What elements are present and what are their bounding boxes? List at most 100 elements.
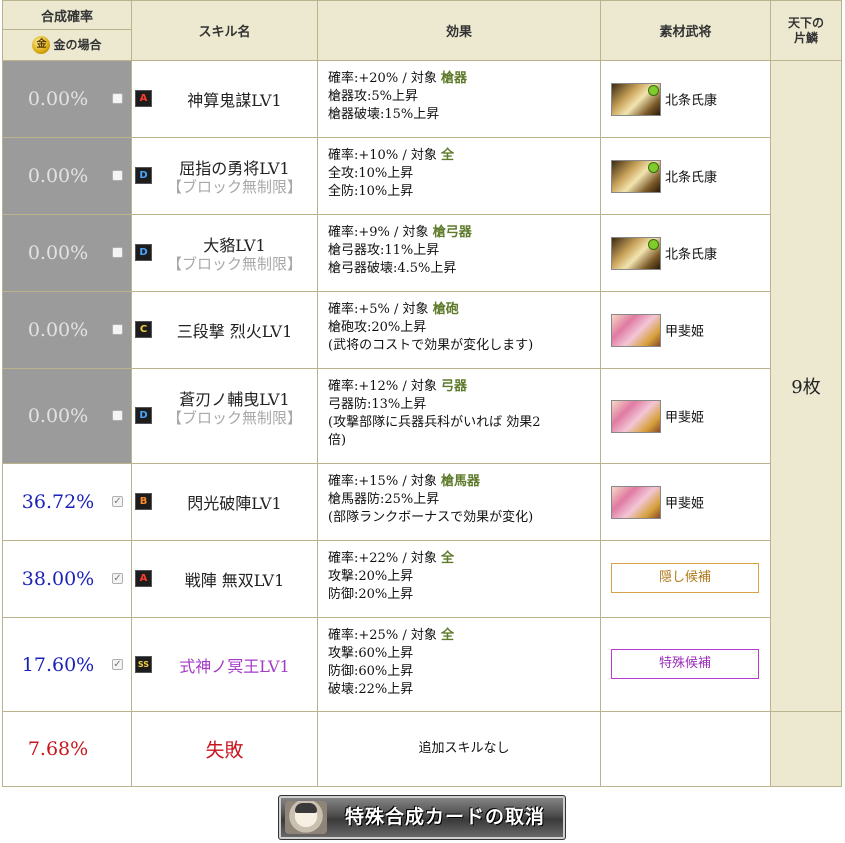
probability-cell: 0.00% [2, 291, 132, 369]
effect-prob: 確率:+20% [328, 71, 403, 86]
general-portrait[interactable] [611, 237, 661, 270]
skill-cell: A 戦陣 無双LV1 [131, 540, 318, 618]
effect-target: 槍馬器 [440, 474, 480, 489]
effect-separator: / [402, 148, 411, 163]
skill-checkbox[interactable] [112, 93, 123, 104]
skill-checkbox[interactable] [112, 170, 123, 181]
effect-target-label: 対象 [410, 628, 441, 643]
no-additional-skill: 追加スキルなし [317, 711, 601, 787]
effect-line: 槍弓器攻:11%上昇 [328, 243, 440, 258]
hidden-candidate-button[interactable]: 隠し候補 [611, 563, 759, 593]
material-cell: 特殊候補 [600, 617, 771, 712]
general-portrait[interactable] [611, 400, 661, 433]
effect-line: 防御:20%上昇 [328, 587, 414, 602]
effect-text: 確率:+9% / 対象 槍弓器 槍弓器攻:11%上昇 槍弓器破壊:4.5%上昇 [328, 215, 600, 278]
effect-text: 確率:+5% / 対象 槍砲 槍砲攻:20%上昇 (武将のコストで効果が変化します) [328, 292, 600, 355]
gold-coin-icon: 金 [32, 36, 51, 55]
effect-target-label: 対象 [410, 474, 441, 489]
skill-checkbox[interactable] [112, 247, 123, 258]
general-name: 北条氏康 [665, 93, 718, 109]
character-face-icon [285, 801, 327, 834]
probability-cell: 0.00% [2, 60, 132, 138]
effect-target: 弓器 [440, 379, 467, 394]
probability-value: 0.00% [27, 319, 89, 341]
cancel-special-card-button[interactable]: 特殊合成カードの取消 [278, 795, 566, 840]
material-cell-empty [600, 711, 771, 787]
skill-name: 式神ノ冥王LV1 [179, 656, 290, 676]
table-row: 0.00% C 三段撃 烈火LV1 確率:+5% / 対象 槍砲 槍砲攻:20%上昇 (武… [2, 291, 842, 369]
material-cell: 北条氏康 [600, 214, 771, 292]
effect-text: 確率:+12% / 対象 弓器 弓器防:13%上昇 (攻撃部隊に兵器兵科がいれば 効… [328, 369, 600, 450]
fragment-cell-empty [770, 711, 842, 787]
effect-separator: / [402, 474, 411, 489]
general-portrait[interactable] [611, 83, 661, 116]
effect-summary: 確率:+15% / 対象 槍馬器 [328, 473, 600, 491]
skill-checkbox[interactable]: ✓ [112, 573, 123, 584]
effect-prob: 確率:+25% [328, 628, 403, 643]
effect-cell: 確率:+9% / 対象 槍弓器 槍弓器攻:11%上昇 槍弓器破壊:4.5%上昇 [317, 214, 601, 292]
effect-separator: / [402, 628, 411, 643]
general-name: 北条氏康 [665, 170, 718, 186]
effect-target: 全 [440, 148, 454, 163]
effect-target: 槍器 [440, 71, 467, 86]
fragment-header: 天下の 片鱗 [770, 0, 842, 61]
skill-checkbox[interactable] [112, 324, 123, 335]
effect-target-label: 対象 [410, 551, 441, 566]
special-candidate-button[interactable]: 特殊候補 [611, 648, 759, 679]
effect-text: 確率:+10% / 対象 全全攻:10%上昇 全防:10%上昇 [328, 138, 600, 201]
rank-badge: D [135, 244, 152, 261]
skill-cell: A 神算鬼謀LV1 [131, 60, 318, 138]
table-row: 36.72% ✓ B 閃光破陣LV1 確率:+15% / 対象 槍馬器 槍馬器防:25%上… [2, 463, 842, 541]
effect-prob: 確率:+12% [328, 379, 403, 394]
probability-cell: 0.00% [2, 214, 132, 292]
table-row: 0.00% D 屈指の勇将LV1 【ブロック無制限】 確率:+10% / 対象 全全攻:… [2, 137, 842, 215]
rank-badge: D [135, 407, 152, 424]
probability-cell: 0.00% [2, 137, 132, 215]
leaf-badge-icon [648, 85, 659, 96]
material-cell: 甲斐姫 [600, 368, 771, 464]
effect-prob: 確率:+9% [328, 225, 395, 240]
fail-probability: 7.68% [27, 738, 89, 760]
block-unlimited-note: 【ブロック無制限】 [166, 255, 302, 273]
gold-case-label: 金の場合 [53, 37, 102, 52]
effect-cell: 確率:+5% / 対象 槍砲 槍砲攻:20%上昇 (武将のコストで効果が変化します) [317, 291, 601, 369]
table-row: 17.60% ✓ SS 式神ノ冥王LV1 確率:+25% / 対象 全攻撃:60%上昇防… [2, 617, 842, 712]
material-header: 素材武将 [600, 0, 771, 61]
skill-cell: D 屈指の勇将LV1 【ブロック無制限】 [131, 137, 318, 215]
skill-checkbox[interactable] [112, 410, 123, 421]
probability-header: 合成確率 [2, 0, 132, 30]
general-portrait[interactable] [611, 486, 661, 519]
effect-text: 確率:+22% / 対象 全攻撃:20%上昇 防御:20%上昇 [328, 541, 600, 604]
effect-target-label: 対象 [402, 225, 433, 240]
general-name: 北条氏康 [665, 247, 718, 263]
leaf-badge-icon [648, 162, 659, 173]
skill-cell: 失敗 [131, 711, 318, 787]
general-portrait[interactable] [611, 160, 661, 193]
probability-cell: 17.60% ✓ [2, 617, 132, 712]
fragment-count: 9枚 [770, 60, 842, 712]
effect-prob: 確率:+22% [328, 551, 403, 566]
table-row: 0.00% A 神算鬼謀LV1 確率:+20% / 対象 槍器 槍器攻:5%上昇 槍器破壊… [2, 60, 842, 712]
probability-value: 38.00% [21, 568, 95, 590]
effect-target: 槍弓器 [432, 225, 472, 240]
effect-target-label: 対象 [402, 302, 433, 317]
rank-badge: A [135, 90, 152, 107]
effect-summary: 確率:+5% / 対象 槍砲 [328, 301, 600, 319]
effect-cell: 確率:+15% / 対象 槍馬器 槍馬器防:25%上昇 (部隊ランクボーナスで効果が… [317, 463, 601, 541]
skill-checkbox[interactable]: ✓ [112, 496, 123, 507]
skill-name: 神算鬼謀LV1 [187, 91, 282, 110]
skill-cell: D 蒼刃ノ輔曳LV1 【ブロック無制限】 [131, 368, 318, 464]
effect-line: 弓器防:13%上昇 [328, 397, 427, 412]
skill-checkbox[interactable]: ✓ [112, 658, 123, 670]
leaf-badge-icon [648, 239, 659, 250]
probability-cell: 38.00% ✓ [2, 540, 132, 618]
gold-case-header: 金金の場合 [2, 29, 132, 61]
synthesis-table: 合成確率 スキル名 効果 素材武将 天下の 片鱗 金金の場合 0.00% A 神算鬼… [2, 0, 842, 787]
probability-value: 36.72% [21, 491, 95, 513]
effect-prob: 確率:+15% [328, 474, 403, 489]
effect-prob: 確率:+10% [328, 148, 403, 163]
effect-summary: 確率:+22% / 対象 全 [328, 550, 600, 568]
probability-value: 0.00% [27, 405, 89, 427]
skill-name-header: スキル名 [131, 0, 318, 61]
general-portrait[interactable] [611, 314, 661, 347]
